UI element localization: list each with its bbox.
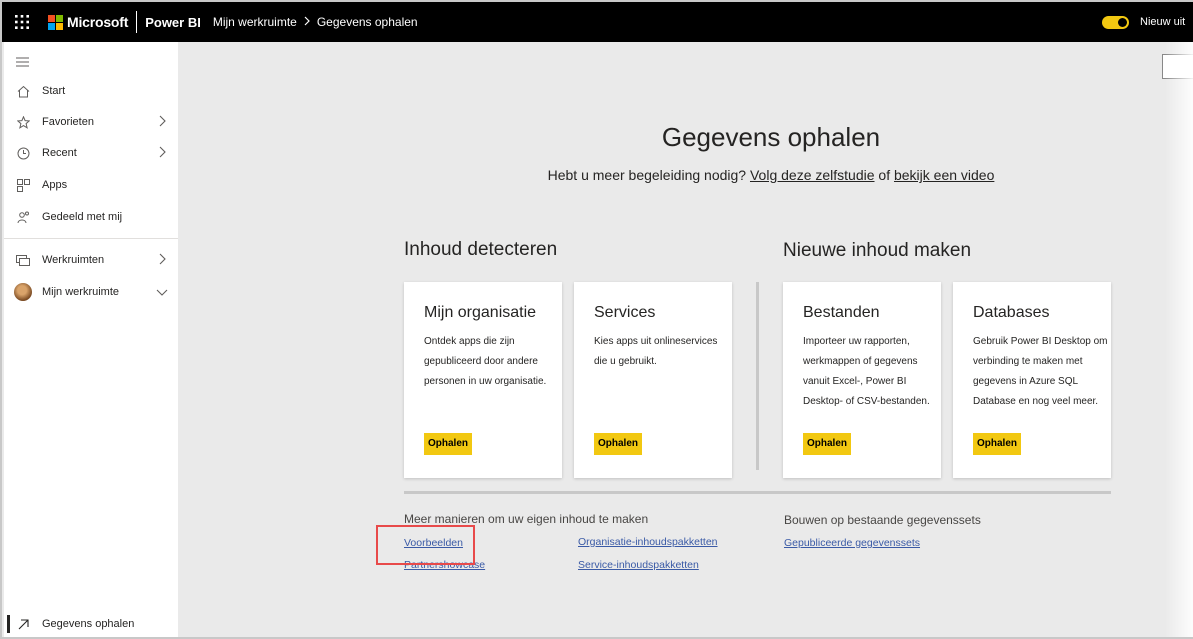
sidebar-item-get-data[interactable]: Gegevens ophalen: [4, 609, 178, 637]
avatar: [14, 283, 32, 301]
page-subtitle: Hebt u meer begeleiding nodig? Volg deze…: [478, 167, 1064, 183]
create-section-title: Nieuwe inhoud maken: [783, 240, 972, 261]
card-description: Importeer uw rapporten, werkmappen of ge…: [803, 336, 930, 407]
sidebar-item-my-workspace[interactable]: Mijn werkruimte: [4, 277, 178, 307]
card-description: Ontdek apps die zijn gepubliceerd door a…: [424, 336, 547, 387]
topbar-divider: [136, 11, 138, 33]
more-ways-title: Meer manieren om uw eigen inhoud te make…: [404, 512, 649, 526]
card-title: Services: [594, 304, 656, 321]
active-indicator: [7, 615, 10, 633]
card-files: Bestanden Importeer uw rapporten, werkma…: [783, 282, 941, 478]
main-content: Gegevens ophalen Hebt u meer begeleiding…: [178, 42, 1193, 637]
app-window: Microsoft Power BI Mijn werkruimte Gegev…: [0, 0, 1193, 639]
card-services: Services Kies apps uit onlineservices di…: [574, 282, 732, 478]
card-my-organization: Mijn organisatie Ontdek apps die zijn ge…: [404, 282, 562, 478]
sidebar-item-label: Apps: [42, 179, 68, 191]
service-content-packs-link[interactable]: Service-inhoudspakketten: [578, 559, 699, 571]
get-button[interactable]: Ophalen: [803, 433, 852, 455]
sidebar-item-label: Gegevens ophalen: [42, 618, 135, 630]
breadcrumb-workspace[interactable]: Mijn werkruimte: [213, 15, 297, 29]
sidebar-item-label: Gedeeld met mij: [42, 211, 123, 223]
card-title: Bestanden: [803, 304, 880, 321]
page-title: Gegevens ophalen: [661, 122, 881, 152]
chevron-down-icon[interactable]: [156, 287, 168, 299]
app-launcher-icon[interactable]: [2, 2, 42, 42]
sidebar-item-apps[interactable]: Apps: [4, 170, 178, 200]
get-button[interactable]: Ophalen: [973, 433, 1022, 455]
window-edge-fade: [1165, 42, 1193, 637]
card-databases: Databases Gebruik Power BI Desktop om ve…: [953, 282, 1111, 478]
published-datasets-link[interactable]: Gepubliceerde gegevenssets: [784, 537, 920, 549]
highlight-box: [376, 525, 475, 565]
top-bar: Microsoft Power BI Mijn werkruimte Gegev…: [2, 2, 1193, 42]
sidebar-item-recent[interactable]: Recent: [4, 138, 178, 168]
new-look-toggle-label: Nieuw uit: [1140, 16, 1186, 28]
sidebar-item-label: Favorieten: [42, 116, 94, 128]
clock-icon: [16, 146, 30, 160]
breadcrumb-chevron-icon: [304, 15, 310, 29]
sidebar-item-label: Start: [42, 85, 66, 97]
card-description: Kies apps uit onlineservices die u gebru…: [594, 336, 718, 367]
sidebar-divider: [4, 238, 178, 239]
sidebar-item-label: Recent: [42, 147, 77, 159]
new-look-toggle-group: Nieuw uit: [1102, 2, 1185, 42]
sidebar-item-favorites[interactable]: Favorieten: [4, 107, 178, 137]
get-button[interactable]: Ophalen: [424, 433, 473, 455]
breadcrumb: Mijn werkruimte Gegevens ophalen: [213, 15, 418, 29]
chevron-right-icon[interactable]: [159, 253, 166, 268]
card-title: Mijn organisatie: [424, 304, 537, 321]
apps-icon: [16, 178, 30, 192]
video-link[interactable]: bekijk een video: [894, 167, 994, 183]
breadcrumb-current: Gegevens ophalen: [316, 15, 418, 29]
section-divider-horizontal: [404, 491, 1111, 494]
sidebar-item-workspaces[interactable]: Werkruimten: [4, 245, 178, 275]
subtitle-or: of: [878, 167, 891, 183]
microsoft-logo[interactable]: Microsoft: [48, 14, 128, 30]
tutorial-link[interactable]: Volg deze zelfstudie: [750, 167, 875, 183]
arrow-up-right-icon: [16, 617, 30, 631]
sidebar-item-label: Mijn werkruimte: [42, 286, 120, 298]
workspaces-icon: [16, 253, 30, 267]
microsoft-logo-icon: [48, 14, 63, 30]
sidebar: Start Favorieten Recent Apps Gedeeld met…: [4, 42, 178, 637]
star-icon: [16, 115, 30, 129]
sidebar-item-start[interactable]: Start: [4, 76, 178, 106]
organization-content-packs-link[interactable]: Organisatie-inhoudspakketten: [578, 536, 718, 548]
chevron-right-icon[interactable]: [159, 146, 166, 161]
section-divider-vertical: [756, 282, 759, 470]
build-on-datasets-title: Bouwen op bestaande gegevenssets: [784, 513, 981, 527]
new-look-toggle[interactable]: [1102, 15, 1129, 29]
chevron-right-icon[interactable]: [159, 115, 166, 130]
hamburger-icon[interactable]: [16, 54, 29, 72]
discover-section-title: Inhoud detecteren: [404, 239, 558, 260]
brand-name: Microsoft: [67, 14, 129, 30]
get-button[interactable]: Ophalen: [594, 433, 643, 455]
home-icon: [16, 84, 30, 98]
subtitle-text: Hebt u meer begeleiding nodig?: [547, 167, 747, 183]
card-description: Gebruik Power BI Desktop om verbinding t…: [973, 336, 1108, 407]
product-name[interactable]: Power BI: [145, 15, 201, 30]
sidebar-item-label: Werkruimten: [42, 254, 105, 266]
sidebar-item-shared[interactable]: Gedeeld met mij: [4, 202, 178, 232]
shared-icon: [16, 210, 30, 224]
card-title: Databases: [973, 304, 1050, 321]
